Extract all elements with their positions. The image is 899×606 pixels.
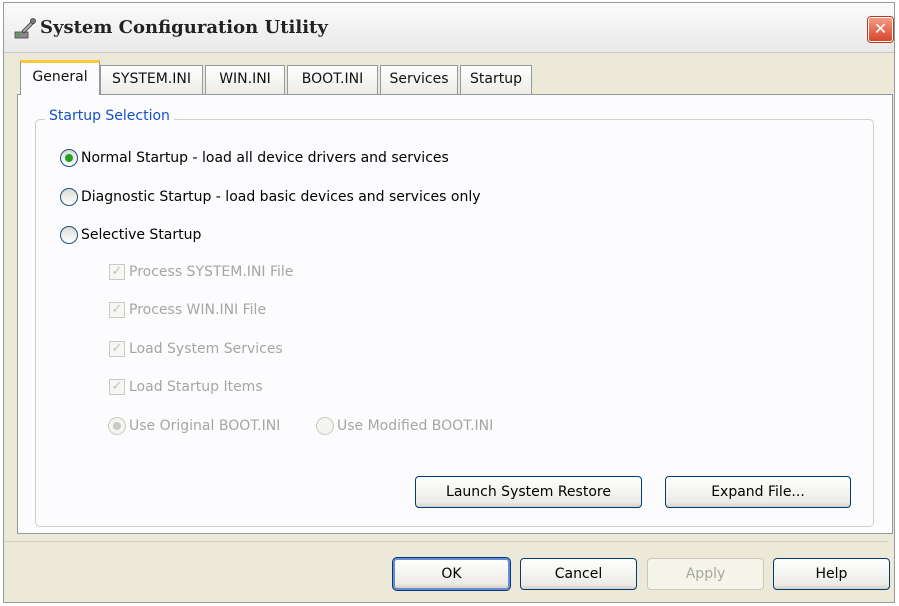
load-startup-items-label: Load Startup Items [129, 379, 263, 395]
ok-button[interactable]: OK [392, 557, 511, 591]
startup-selection-legend: Startup Selection [45, 108, 174, 124]
process-system-ini-option[interactable]: ✓ Process SYSTEM.INI File [109, 264, 293, 280]
startup-selection-group [35, 119, 874, 527]
load-system-services-label: Load System Services [129, 341, 283, 357]
use-original-boot-ini-label: Use Original BOOT.INI [129, 418, 281, 434]
normal-startup-radio[interactable] [60, 149, 78, 167]
diagnostic-startup-label: Diagnostic Startup - load basic devices … [81, 189, 481, 205]
process-win-ini-checkbox[interactable]: ✓ [109, 302, 125, 318]
process-win-ini-option[interactable]: ✓ Process WIN.INI File [109, 302, 266, 318]
load-startup-items-checkbox[interactable]: ✓ [109, 379, 125, 395]
diagnostic-startup-radio[interactable] [60, 188, 78, 206]
close-button[interactable]: ✕ [867, 16, 894, 43]
expand-file-button[interactable]: Expand File... [665, 476, 851, 508]
use-modified-boot-ini-option[interactable]: Use Modified BOOT.INI [316, 417, 493, 435]
load-startup-items-option[interactable]: ✓ Load Startup Items [109, 379, 263, 395]
launch-system-restore-button[interactable]: Launch System Restore [415, 476, 642, 508]
apply-button[interactable]: Apply [647, 558, 764, 590]
tab-boot-ini[interactable]: BOOT.INI [287, 65, 378, 94]
selective-startup-label: Selective Startup [81, 227, 202, 243]
system-config-icon [14, 18, 36, 39]
normal-startup-label: Normal Startup - load all device drivers… [81, 150, 449, 166]
tab-system-ini[interactable]: SYSTEM.INI [100, 65, 203, 94]
cancel-button[interactable]: Cancel [520, 558, 637, 590]
process-system-ini-checkbox[interactable]: ✓ [109, 264, 125, 280]
process-system-ini-label: Process SYSTEM.INI File [129, 264, 294, 280]
use-original-boot-ini-radio[interactable] [108, 417, 126, 435]
tab-startup[interactable]: Startup [460, 65, 532, 94]
window-title: System Configuration Utility [40, 17, 328, 38]
tab-win-ini[interactable]: WIN.INI [205, 65, 285, 94]
tab-general[interactable]: General [20, 60, 100, 95]
use-modified-boot-ini-label: Use Modified BOOT.INI [337, 418, 494, 434]
dialog-divider [4, 541, 888, 542]
diagnostic-startup-option[interactable]: Diagnostic Startup - load basic devices … [60, 188, 481, 206]
help-button[interactable]: Help [773, 558, 890, 590]
selective-startup-option[interactable]: Selective Startup [60, 226, 201, 244]
load-system-services-option[interactable]: ✓ Load System Services [109, 341, 283, 357]
close-icon: ✕ [873, 19, 888, 38]
title-bar[interactable]: System Configuration Utility ✕ [4, 3, 894, 53]
use-original-boot-ini-option[interactable]: Use Original BOOT.INI [108, 417, 280, 435]
load-system-services-checkbox[interactable]: ✓ [109, 341, 125, 357]
use-modified-boot-ini-radio[interactable] [316, 417, 334, 435]
selective-startup-radio[interactable] [60, 226, 78, 244]
process-win-ini-label: Process WIN.INI File [129, 302, 267, 318]
tab-services[interactable]: Services [380, 65, 458, 94]
normal-startup-option[interactable]: Normal Startup - load all device drivers… [60, 149, 449, 167]
